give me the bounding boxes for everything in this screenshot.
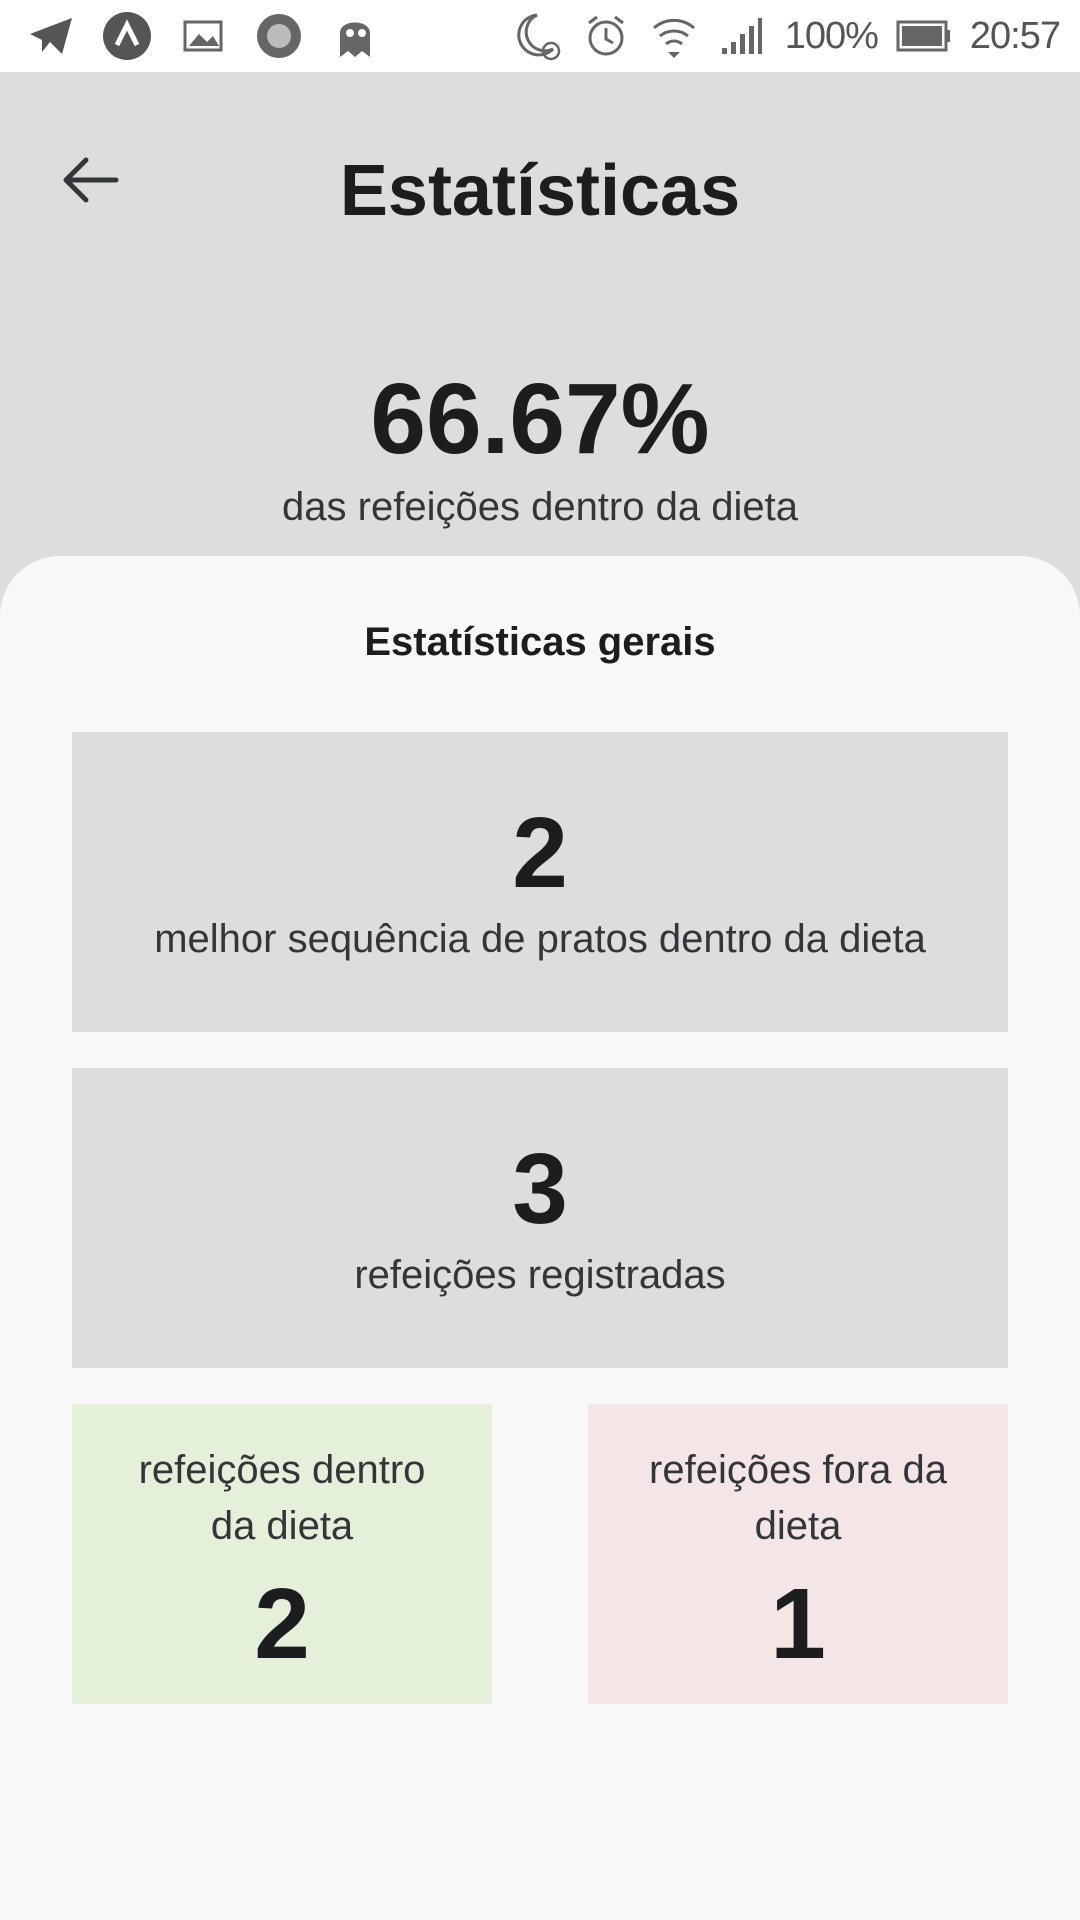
diet-percent-label: das refeições dentro da dieta <box>282 485 798 529</box>
inside-diet-label: refeições dentro da dieta <box>138 1448 426 1548</box>
outside-diet-label: refeições fora da dieta <box>649 1448 947 1548</box>
outside-diet-value: 1 <box>770 1568 826 1680</box>
best-sequence-label: melhor sequência de pratos dentro da die… <box>154 916 926 961</box>
section-title: Estatísticas gerais <box>364 620 716 664</box>
registered-meals-value: 3 <box>512 1132 568 1245</box>
battery-icon <box>896 11 952 61</box>
alarm-icon <box>581 11 631 61</box>
diet-percent-value: 66.67% <box>370 363 710 475</box>
best-sequence-card: 2 melhor sequência de pratos dentro da d… <box>72 732 1008 1032</box>
page-title: Estatísticas <box>339 151 741 231</box>
record-icon <box>254 11 304 61</box>
status-bar: 100% 20:57 <box>0 0 1080 72</box>
outside-diet-card: refeições fora da dieta 1 <box>588 1404 1008 1704</box>
registered-meals-label: refeições registradas <box>354 1252 726 1297</box>
wifi-icon <box>649 11 699 61</box>
registered-meals-card: 3 refeições registradas <box>72 1068 1008 1368</box>
night-mode-icon <box>513 11 563 61</box>
status-notification-icons <box>26 0 380 72</box>
battery-percent: 100% <box>784 14 879 57</box>
app-logo-icon <box>102 11 152 61</box>
best-sequence-value: 2 <box>512 796 568 909</box>
clock-time: 20:57 <box>969 14 1061 57</box>
signal-icon <box>717 11 767 61</box>
status-system-icons: 100% 20:57 <box>513 0 1061 72</box>
telegram-icon <box>26 11 76 61</box>
ghost-icon <box>330 11 380 61</box>
inside-diet-value: 2 <box>254 1568 310 1680</box>
image-icon <box>178 11 228 61</box>
inside-diet-card: refeições dentro da dieta 2 <box>72 1404 492 1704</box>
